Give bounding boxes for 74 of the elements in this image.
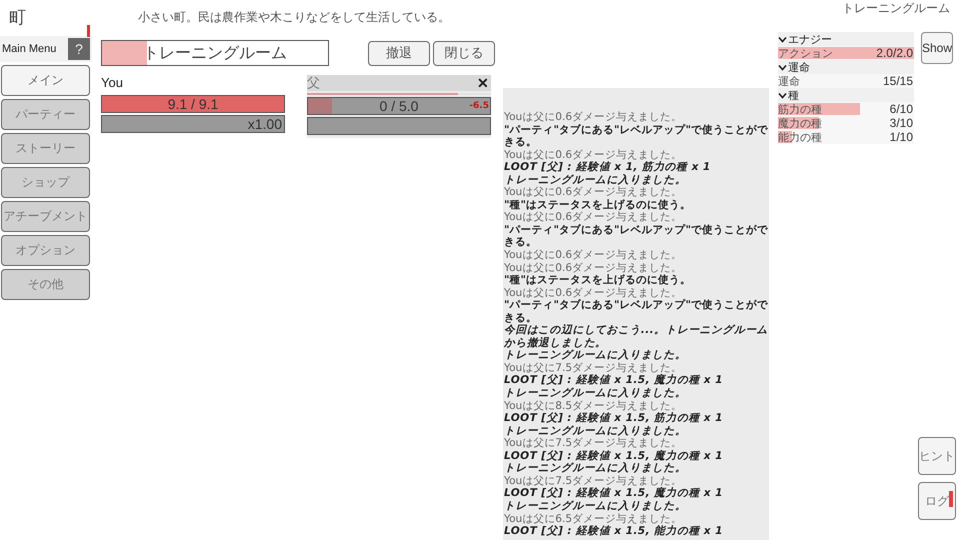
section-title: エナジー	[788, 32, 832, 46]
stat-label: アクション	[778, 46, 833, 60]
enemy-hp-text: 0 / 5.0	[380, 98, 418, 114]
stat-value: 2.0/2.0	[876, 46, 914, 60]
log-line: トレーニングルームに入りました。	[504, 462, 688, 475]
log-line: トレーニングルームに入りました。	[504, 349, 688, 362]
log-line: LOOT [父] : 経験値 x 1.5, 魔力の種 x 1	[504, 374, 724, 387]
town-title: 町	[8, 7, 27, 29]
log-line: Youは父に0.6ダメージ与えました。	[504, 211, 684, 224]
speed-text: x1.00	[248, 116, 282, 132]
area-name: トレーニングルーム	[842, 0, 951, 17]
stat-label: 運命	[778, 74, 800, 88]
stat-value: 3/10	[890, 116, 914, 130]
enemy-name: 父	[307, 75, 320, 92]
side-button[interactable]: ヒント	[918, 437, 956, 475]
log-line: LOOT [父] : 経験値 x 1, 筋力の種 x 1	[504, 161, 712, 174]
dungeon-name: トレーニングルーム	[142, 42, 287, 64]
log-line: Youは父に0.6ダメージ与えました。	[504, 111, 684, 124]
log-line: LOOT [父] : 経験値 x 1.5, 筋力の種 x 1	[504, 412, 724, 425]
damage-text: -6.5	[469, 101, 489, 111]
log-line: トレーニングルームに入りました。	[504, 387, 688, 400]
town-description: 小さい町。民は農作業や木こりなどをして生活している。	[138, 9, 451, 26]
stat-value: 6/10	[890, 102, 914, 116]
menu-tab[interactable]: その他	[1, 269, 90, 300]
menu-label: Main Menu	[1, 43, 56, 55]
stat-label: 魔力の種	[778, 116, 822, 130]
log-line: LOOT [父] : 経験値 x 1.5, 魔力の種 x 1	[504, 487, 724, 500]
dungeon-button[interactable]: 撤退	[368, 40, 430, 66]
log-line: Youは父に0.6ダメージ与えました。	[504, 148, 684, 161]
help-button[interactable]: ?	[68, 38, 90, 60]
log-line: Youは父に0.6ダメージ与えました。	[504, 249, 684, 262]
log-line: トレーニングルームに入りました。	[504, 424, 688, 437]
log-line: Youは父に7.5ダメージ与えました。	[504, 437, 684, 450]
menu-tab[interactable]: ショップ	[1, 167, 90, 198]
stat-label: 筋力の種	[778, 102, 822, 116]
log-line: トレーニングルームに入りました。	[504, 174, 688, 186]
log-line: Youは父に0.6ダメージ与えました。	[504, 262, 684, 274]
show-button[interactable]: Show	[921, 32, 953, 64]
player-name: You	[101, 75, 124, 92]
section-header[interactable]: 種	[778, 88, 914, 102]
section-title: 種	[788, 88, 799, 102]
menu-tab[interactable]: メイン	[1, 65, 90, 96]
log-line: "パーティ"タブにある"レベルアップ"で使うことができる。	[504, 124, 769, 149]
log-line: "パーティ"タブにある"レベルアップ"で使うことができる。	[504, 224, 769, 249]
menu-tab[interactable]: アチーブメント	[1, 201, 90, 232]
log-line: Youは父に7.5ダメージ与えました。	[504, 362, 684, 374]
menu-tab[interactable]: オプション	[1, 235, 90, 266]
side-button[interactable]: ログ	[918, 482, 956, 520]
hp-text: 9.1 / 9.1	[168, 96, 218, 112]
close-button[interactable]: ✕	[475, 75, 491, 91]
log-line: Youは父に8.5ダメージ与えました。	[504, 400, 684, 412]
log-line: Youは父に7.5ダメージ与えました。	[504, 474, 684, 487]
log-line: Youは父に0.6ダメージ与えました。	[504, 286, 684, 299]
section-header[interactable]: エナジー	[778, 32, 914, 46]
log-line: 今回はこの辺にしておこう...。トレーニングルームから撤退しました。	[504, 324, 769, 349]
stat-label: 能力の種	[778, 130, 822, 144]
menu-tab[interactable]: パーティー	[1, 99, 90, 130]
stat-value: 15/15	[882, 74, 914, 88]
log-line: LOOT [父] : 経験値 x 1.5, 能力の種 x 1	[504, 525, 724, 538]
section-header[interactable]: 運命	[778, 60, 914, 74]
chevron-icon	[778, 64, 787, 70]
log-line: Youは父に0.6ダメージ与えました。	[504, 186, 684, 199]
chevron-icon	[778, 92, 787, 98]
menu-tab[interactable]: ストーリー	[1, 133, 90, 164]
log-line: "種"はステータスを上げるのに使う。	[504, 198, 692, 212]
log-line: Youは父に6.5ダメージ与えました。	[504, 512, 684, 525]
log-line: "種"はステータスを上げるのに使う。	[504, 274, 692, 287]
section-title: 運命	[788, 60, 810, 74]
log-line: トレーニングルームに入りました。	[504, 500, 688, 512]
dungeon-button[interactable]: 閉じる	[433, 40, 495, 66]
log-line: "パーティ"タブにある"レベルアップ"で使うことができる。	[504, 299, 769, 324]
chevron-icon	[778, 36, 787, 42]
log-line: LOOT [父] : 経験値 x 1.5, 魔力の種 x 1	[504, 450, 724, 462]
stat-value: 1/10	[890, 130, 914, 144]
